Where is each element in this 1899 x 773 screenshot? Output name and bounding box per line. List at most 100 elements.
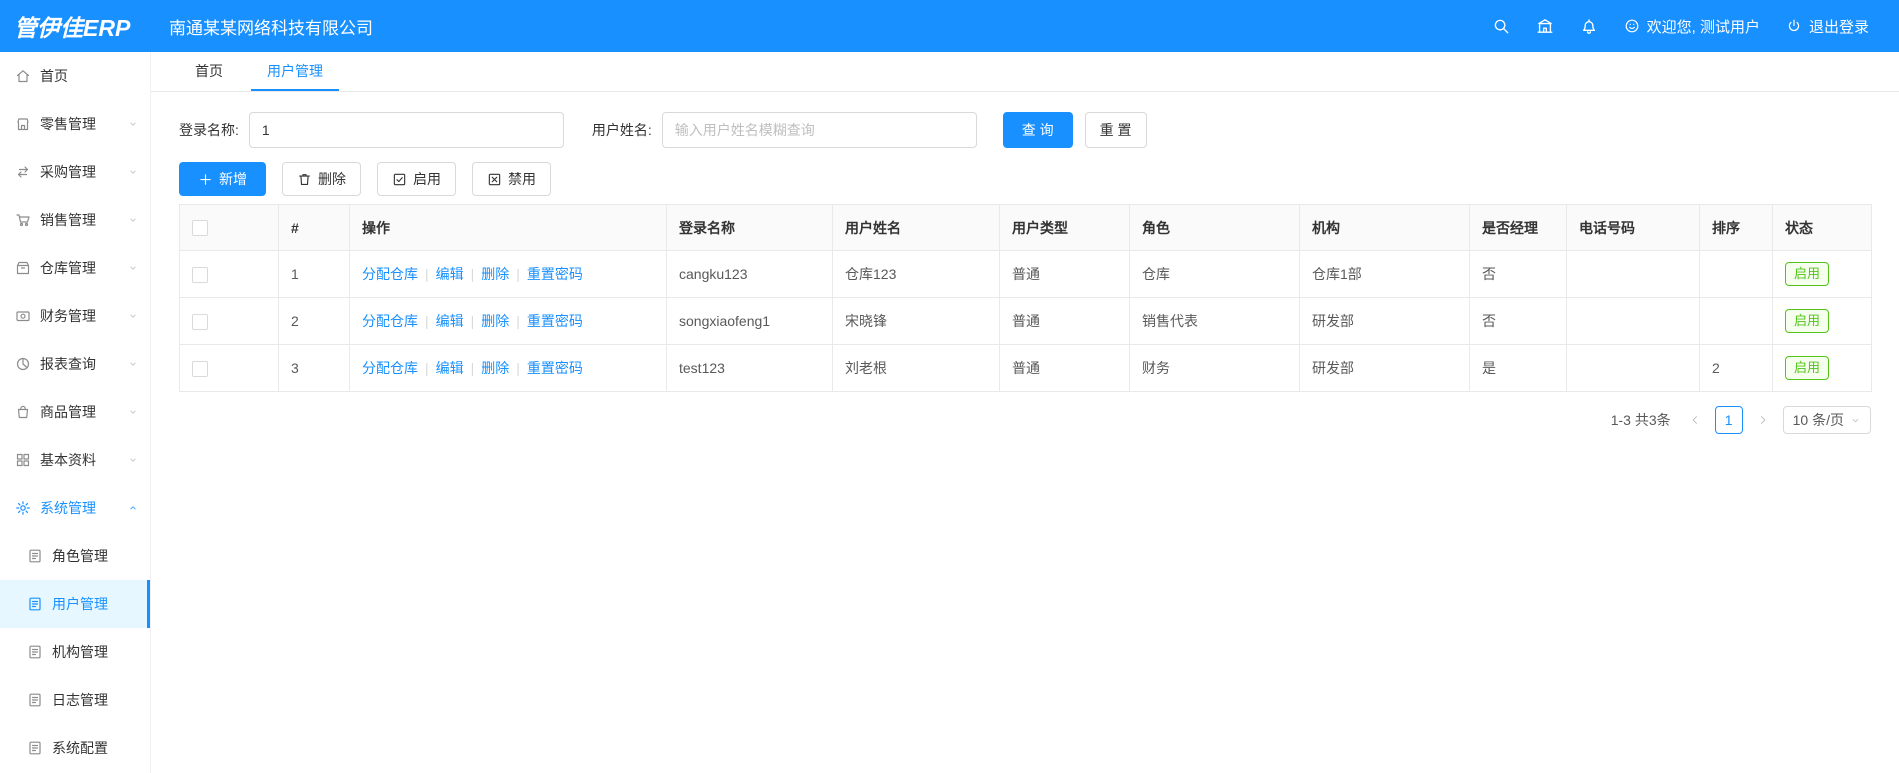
cell-actions: 分配仓库 | 编辑 | 删除 | 重置密码 [349,297,667,345]
sidebar: 首页 零售管理 采购管理 销售管理 仓库管理 财务管理 报表查询 商品管理 基本… [0,52,151,773]
sidebar-item-system-config[interactable]: 系统配置 [0,724,150,772]
page-number-button[interactable]: 1 [1714,406,1743,434]
warehouse-icon [15,260,31,276]
logout-button[interactable]: 退出登录 [1786,16,1869,37]
page-size-value: 10 条/页 [1792,412,1844,428]
link-separator: | [470,266,475,282]
tab-user-management[interactable]: 用户管理 [251,52,339,91]
next-page-button[interactable] [1751,406,1775,434]
cell-checkbox [179,344,279,392]
reset-button[interactable]: 重 置 [1084,112,1147,148]
sidebar-item-home[interactable]: 首页 [0,52,150,100]
disable-button-label: 禁用 [508,171,536,187]
delete-link[interactable]: 删除 [481,360,509,376]
cell-actions: 分配仓库 | 编辑 | 删除 | 重置密码 [349,344,667,392]
login-name-input[interactable] [248,112,564,148]
document-icon [27,692,43,708]
purchase-icon [15,164,31,180]
delete-link[interactable]: 删除 [481,313,509,329]
status-badge: 启用 [1785,356,1830,380]
sidebar-item-label: 角色管理 [52,548,108,564]
reset-password-link[interactable]: 重置密码 [527,313,583,329]
cell-index: 1 [278,250,350,298]
sidebar-item-goods[interactable]: 商品管理 [0,388,150,436]
sidebar-item-label: 系统管理 [40,500,96,516]
user-name-input[interactable] [661,112,977,148]
chevron-down-icon [128,311,138,321]
sidebar-item-user-management[interactable]: 用户管理 [0,580,150,628]
edit-link[interactable]: 编辑 [436,313,464,329]
chevron-down-icon [128,407,138,417]
sidebar-item-label: 采购管理 [40,164,96,180]
logout-text: 退出登录 [1808,18,1869,36]
row-checkbox[interactable] [192,313,208,330]
sidebar-item-log-management[interactable]: 日志管理 [0,676,150,724]
sidebar-item-sales[interactable]: 销售管理 [0,196,150,244]
sidebar-item-finance[interactable]: 财务管理 [0,292,150,340]
sidebar-item-reports[interactable]: 报表查询 [0,340,150,388]
col-actions: 操作 [349,204,667,251]
assign-warehouse-link[interactable]: 分配仓库 [362,266,418,282]
select-all-checkbox[interactable] [192,220,208,237]
select-all-header [179,204,279,251]
cell-type: 普通 [999,344,1130,392]
goods-icon [15,404,31,420]
toolbar: 新增 删除 启用 禁用 [179,162,1871,196]
enable-button[interactable]: 启用 [377,162,456,196]
chevron-down-icon [128,455,138,465]
chevron-down-icon [128,359,138,369]
sidebar-item-org-management[interactable]: 机构管理 [0,628,150,676]
sidebar-item-warehouse[interactable]: 仓库管理 [0,244,150,292]
sidebar-item-role-management[interactable]: 角色管理 [0,532,150,580]
sidebar-item-basic-data[interactable]: 基本资料 [0,436,150,484]
disable-button[interactable]: 禁用 [472,162,551,196]
cell-actions: 分配仓库 | 编辑 | 删除 | 重置密码 [349,250,667,298]
reset-password-link[interactable]: 重置密码 [527,266,583,282]
table-header-row: # 操作 登录名称 用户姓名 用户类型 角色 机构 是否经理 电话号码 排序 状… [179,204,1872,251]
delete-button[interactable]: 删除 [282,162,361,196]
home-building-icon[interactable] [1536,17,1554,35]
power-icon [1786,18,1802,34]
prev-page-button[interactable] [1683,406,1707,434]
sidebar-item-label: 销售管理 [40,212,96,228]
header-actions: 欢迎您, 测试用户 退出登录 [1492,16,1899,37]
cell-name: 仓库123 [832,250,1000,298]
edit-link[interactable]: 编辑 [436,266,464,282]
row-checkbox[interactable] [192,360,208,377]
sidebar-item-system[interactable]: 系统管理 [0,484,150,532]
assign-warehouse-link[interactable]: 分配仓库 [362,313,418,329]
col-user-type: 用户类型 [999,204,1130,251]
row-checkbox[interactable] [192,266,208,283]
sidebar-item-retail[interactable]: 零售管理 [0,100,150,148]
delete-link[interactable]: 删除 [481,266,509,282]
edit-link[interactable]: 编辑 [436,360,464,376]
link-separator: | [516,360,520,376]
cell-role: 仓库 [1129,250,1300,298]
cell-sort [1699,250,1773,298]
welcome-user[interactable]: 欢迎您, 测试用户 [1624,16,1760,37]
page-size-select[interactable]: 10 条/页 [1782,406,1871,434]
assign-warehouse-link[interactable]: 分配仓库 [362,360,418,376]
page-content: 登录名称: 用户姓名: 查 询 重 置 新增 删除 [151,92,1899,773]
link-separator: | [425,313,429,329]
x-square-icon [487,172,502,187]
cell-sort [1699,297,1773,345]
cell-login: test123 [666,344,833,392]
report-icon [15,356,31,372]
tab-home[interactable]: 首页 [179,52,239,91]
link-separator: | [470,360,475,376]
add-button-label: 新增 [219,171,247,187]
user-smile-icon [1624,18,1640,34]
search-button[interactable]: 查 询 [1002,112,1073,148]
sidebar-item-purchase[interactable]: 采购管理 [0,148,150,196]
col-index: # [278,204,350,251]
cell-checkbox [179,297,279,345]
status-badge: 启用 [1785,309,1830,333]
add-button[interactable]: 新增 [179,162,266,196]
reset-password-link[interactable]: 重置密码 [527,360,583,376]
cell-phone [1566,250,1700,298]
cell-name: 刘老根 [832,344,1000,392]
search-icon[interactable] [1492,17,1510,35]
bell-icon[interactable] [1580,17,1598,35]
chevron-right-icon [1757,414,1769,426]
